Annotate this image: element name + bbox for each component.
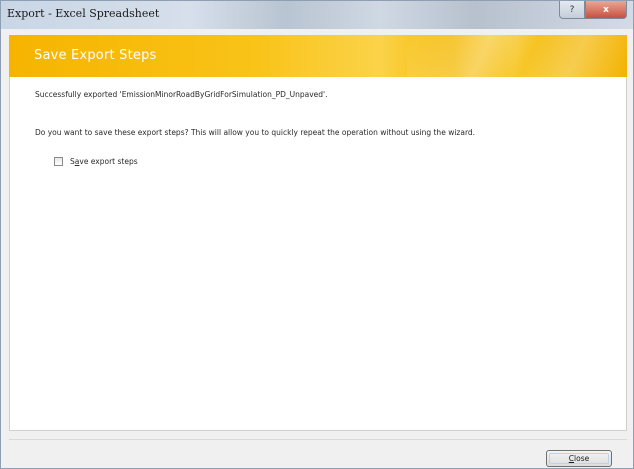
header-band: Save Export Steps: [9, 35, 627, 77]
close-button-label: lose: [574, 454, 590, 463]
content-panel: Successfully exported 'EmissionMinorRoad…: [9, 77, 627, 431]
close-button-focus-ring: Close: [549, 453, 609, 464]
help-button[interactable]: ?: [559, 1, 585, 19]
save-steps-question: Do you want to save these export steps? …: [35, 128, 476, 137]
save-export-steps-label[interactable]: Save export steps: [70, 157, 138, 166]
help-icon: ?: [569, 4, 575, 15]
close-icon: x: [603, 4, 609, 15]
close-button[interactable]: Close: [546, 450, 612, 467]
close-window-button[interactable]: x: [585, 1, 627, 19]
export-dialog-window: Export - Excel Spreadsheet ? x Save Expo…: [0, 0, 634, 469]
window-controls: ? x: [559, 1, 627, 20]
footer-divider: [9, 439, 627, 440]
header-decoration: [407, 35, 627, 77]
window-title: Export - Excel Spreadsheet: [7, 7, 160, 20]
save-export-steps-checkbox[interactable]: [54, 157, 63, 166]
success-message: Successfully exported 'EmissionMinorRoad…: [35, 90, 328, 99]
save-export-steps-option[interactable]: Save export steps: [54, 157, 138, 166]
page-title: Save Export Steps: [34, 48, 157, 63]
title-bar[interactable]: Export - Excel Spreadsheet ? x: [1, 1, 633, 29]
label-rest: ve export steps: [79, 157, 138, 166]
